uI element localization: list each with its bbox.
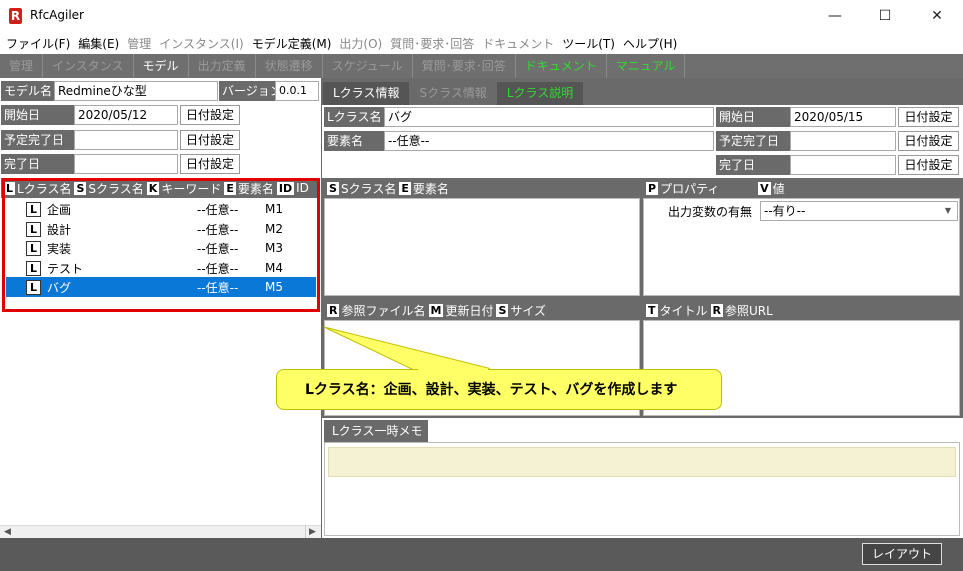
- right-completion-date-set-button[interactable]: 日付設定: [898, 155, 959, 175]
- property-badge: P: [646, 181, 659, 195]
- sclass-list[interactable]: [324, 198, 640, 296]
- minimize-button[interactable]: —: [812, 0, 858, 32]
- sclass-badge: S: [327, 181, 339, 195]
- main-tab-8[interactable]: マニュアル: [607, 54, 686, 78]
- ref-file-badge: R: [327, 303, 340, 317]
- updated-date-badge: M: [428, 303, 444, 317]
- right-tab-bar: Lクラス情報 Sクラス情報 Lクラス説明: [323, 82, 584, 105]
- model-name-label: モデル名: [1, 81, 54, 101]
- right-tab-1[interactable]: Sクラス情報: [409, 82, 496, 105]
- element-label: 要素名: [412, 181, 449, 196]
- main-tab-2[interactable]: モデル: [134, 54, 189, 78]
- menu-item-0[interactable]: ファイル(F): [6, 35, 70, 52]
- right-planned-date-set-button[interactable]: 日付設定: [898, 131, 959, 151]
- updated-date-label: 更新日付: [445, 303, 494, 318]
- right-planned-completion-field[interactable]: [790, 131, 896, 151]
- left-horizontal-scrollbar[interactable]: [0, 525, 321, 539]
- start-date-set-button[interactable]: 日付設定: [180, 105, 240, 125]
- menu-item-4[interactable]: モデル定義(M): [252, 35, 332, 52]
- version-field[interactable]: 0.0.1: [275, 81, 319, 101]
- value-badge: V: [758, 181, 771, 195]
- completion-label: 完了日: [1, 154, 74, 174]
- main-tab-1[interactable]: インスタンス: [43, 54, 134, 78]
- property-value-select[interactable]: --有り-- ▼: [760, 201, 958, 221]
- start-date-field[interactable]: 2020/05/12: [74, 105, 178, 125]
- status-bar: [0, 538, 963, 571]
- scroll-right-icon[interactable]: ▶: [305, 525, 319, 539]
- menu-item-9[interactable]: ヘルプ(H): [623, 35, 677, 52]
- right-tab-0[interactable]: Lクラス情報: [323, 82, 410, 105]
- right-completion-label: 完了日: [716, 155, 790, 175]
- main-tab-3[interactable]: 出力定義: [189, 54, 256, 78]
- right-tab-2[interactable]: Lクラス説明: [496, 82, 584, 105]
- memo-tab[interactable]: Lクラス一時メモ: [324, 420, 428, 442]
- chevron-down-icon: ▼: [944, 206, 951, 215]
- main-tab-5[interactable]: スケジュール: [323, 54, 413, 78]
- right-start-date-label: 開始日: [716, 107, 790, 127]
- main-tab-6[interactable]: 質問･要求･回答: [413, 54, 516, 78]
- layout-button[interactable]: レイアウト: [862, 543, 942, 565]
- right-start-date-set-button[interactable]: 日付設定: [898, 107, 959, 127]
- size-label: サイズ: [510, 303, 547, 318]
- sclass-label: Sクラス名: [340, 181, 397, 196]
- ref-file-label: 参照ファイル名: [341, 303, 426, 318]
- element-name-label: 要素名: [324, 131, 384, 151]
- scroll-left-icon[interactable]: ◀: [4, 525, 14, 539]
- property-header: P プロパティ V値: [643, 178, 960, 198]
- callout-note: Lクラス名：企画、設計、実装、テスト、バグを作成します: [276, 369, 722, 410]
- model-name-field[interactable]: Redmineひな型: [54, 81, 218, 101]
- element-name-field[interactable]: --任意--: [384, 131, 714, 151]
- property-name: 出力変数の有無: [668, 205, 753, 219]
- highlight-box: [2, 178, 320, 312]
- title-label: タイトル: [659, 303, 708, 318]
- title-url-header: T タイトル R 参照URL: [643, 300, 960, 320]
- start-date-label: 開始日: [1, 105, 74, 125]
- menu-item-6[interactable]: 質問･要求･回答: [390, 35, 474, 52]
- menu-item-7[interactable]: ドキュメント: [482, 35, 554, 52]
- menu-item-8[interactable]: ツール(T): [562, 35, 615, 52]
- planned-date-set-button[interactable]: 日付設定: [180, 130, 240, 150]
- callout-joint: [418, 369, 488, 372]
- sclass-list-header: S Sクラス名 E 要素名: [324, 178, 640, 198]
- app-title: RfcAgiler: [30, 8, 84, 22]
- property-value-text: --有り--: [764, 204, 806, 218]
- menu-item-5[interactable]: 出力(O): [339, 35, 382, 52]
- planned-completion-label: 予定完了日: [1, 130, 74, 150]
- right-completion-field[interactable]: [790, 155, 896, 175]
- menu-item-3[interactable]: インスタンス(I): [159, 35, 243, 52]
- maximize-button[interactable]: ☐: [862, 0, 908, 32]
- right-start-date-field[interactable]: 2020/05/15: [790, 107, 896, 127]
- ref-url-label: 参照URL: [725, 303, 773, 318]
- main-tab-7[interactable]: ドキュメント: [516, 54, 607, 78]
- menu-bar: ファイル(F) 編集(E) 管理 インスタンス(I) モデル定義(M) 出力(O) 質問･要…: [0, 32, 963, 54]
- element-badge: E: [399, 181, 411, 195]
- completion-date-set-button[interactable]: 日付設定: [180, 154, 240, 174]
- planned-completion-field[interactable]: [74, 130, 178, 150]
- main-tab-0[interactable]: 管理: [0, 54, 44, 78]
- main-tab-bar: 管理 インスタンス モデル 出力定義 状態遷移 スケジュール 質問･要求･回答 ドキュメントマ…: [0, 54, 963, 78]
- value-label: 値: [772, 181, 785, 196]
- size-badge: S: [496, 303, 509, 317]
- reference-file-header: R 参照ファイル名 M 更新日付 S サイズ: [324, 300, 640, 320]
- menu-item-1[interactable]: 編集(E): [78, 35, 119, 52]
- title-badge: T: [646, 303, 658, 317]
- lclass-name-label: Lクラス名: [324, 107, 384, 127]
- menu-item-2[interactable]: 管理: [127, 35, 151, 52]
- ref-url-badge: R: [710, 303, 724, 317]
- main-tab-4[interactable]: 状態遷移: [256, 54, 323, 78]
- right-planned-completion-label: 予定完了日: [716, 131, 790, 151]
- property-label: プロパティ: [660, 181, 720, 196]
- memo-textarea[interactable]: [328, 447, 956, 477]
- version-label: バージョン: [219, 81, 275, 101]
- app-logo-icon: R: [9, 8, 22, 24]
- close-button[interactable]: ✕: [914, 0, 960, 32]
- lclass-name-field[interactable]: バグ: [384, 107, 714, 127]
- completion-field[interactable]: [74, 154, 178, 174]
